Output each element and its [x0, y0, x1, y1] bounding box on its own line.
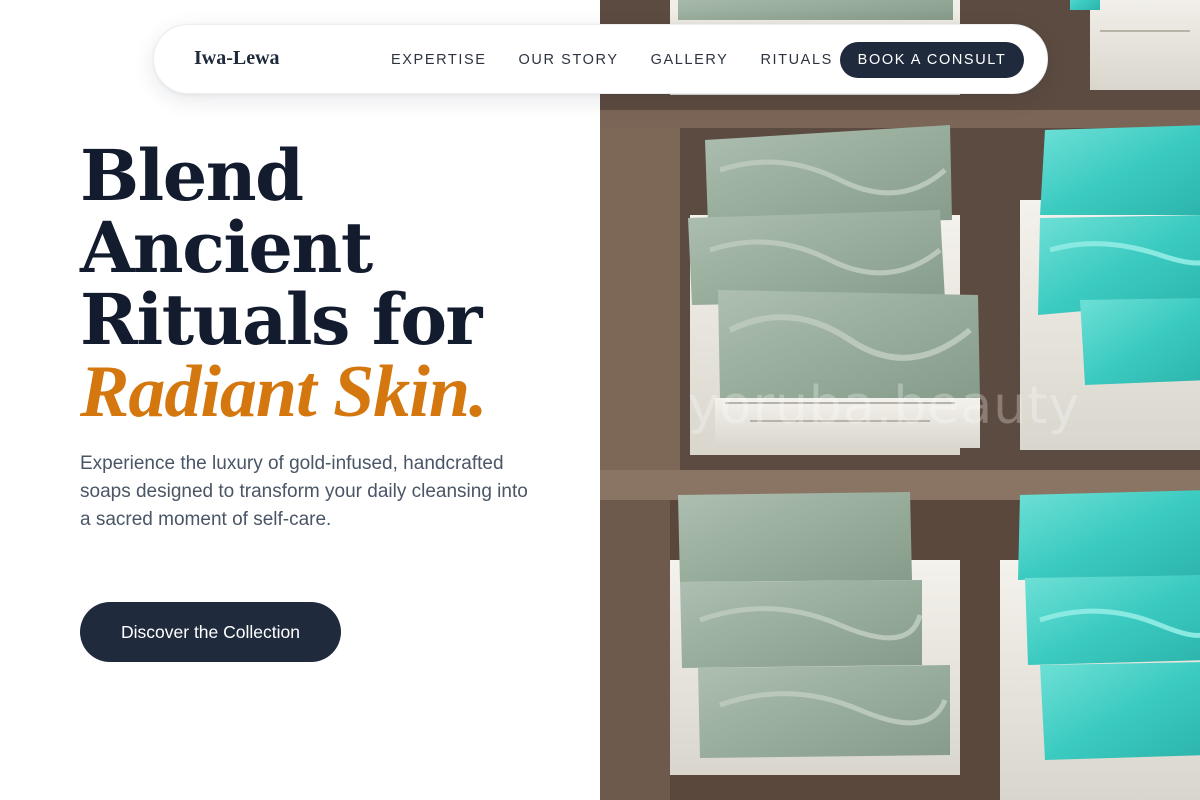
brand-logo[interactable]: Iwa-Lewa	[194, 47, 280, 70]
book-consult-button[interactable]: BOOK A CONSULT	[840, 42, 1024, 78]
nav-link-gallery[interactable]: GALLERY	[651, 52, 729, 68]
hero-title-line: Rituals for	[80, 278, 482, 361]
nav-link-expertise[interactable]: EXPERTISE	[391, 52, 487, 68]
image-watermark: yoruba.beauty	[688, 376, 1081, 436]
discover-collection-button[interactable]: Discover the Collection	[80, 602, 341, 662]
hero-title: Blend Ancient Rituals for Radiant Skin.	[80, 134, 580, 433]
nav-link-rituals[interactable]: RITUALS	[760, 52, 832, 68]
hero-title-line: Ancient	[80, 206, 373, 289]
nav-link-our-story[interactable]: OUR STORY	[519, 52, 619, 68]
hero-description: Experience the luxury of gold-infused, h…	[80, 453, 528, 530]
hero-title-accent: Radiant Skin.	[80, 351, 488, 433]
hero-image: yoruba.beauty	[600, 0, 1200, 800]
hero-title-line: Blend	[80, 134, 304, 217]
nav-links: EXPERTISE OUR STORY GALLERY RITUALS	[391, 25, 865, 95]
top-navigation: Iwa-Lewa EXPERTISE OUR STORY GALLERY RIT…	[153, 24, 1048, 94]
